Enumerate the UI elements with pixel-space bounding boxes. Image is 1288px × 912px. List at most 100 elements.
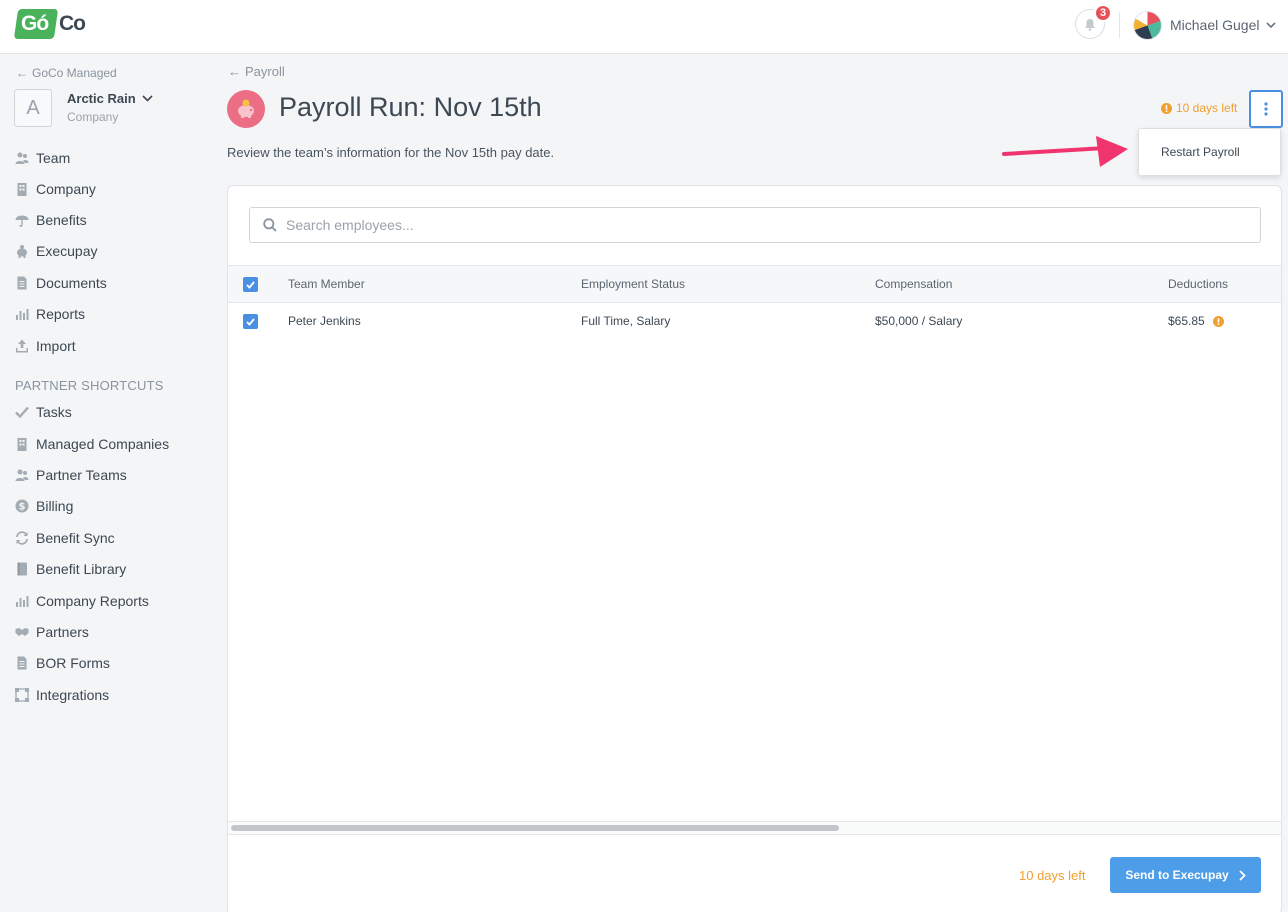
building-icon (17, 438, 27, 451)
notification-count-badge: 3 (1094, 4, 1112, 22)
column-header-team-member[interactable]: Team Member (288, 266, 365, 302)
document-icon (17, 656, 27, 670)
sidebar-item-billing[interactable]: $ Billing (15, 495, 73, 517)
sidebar-item-label: Tasks (36, 404, 72, 420)
sidebar-item-label: Execupay (36, 243, 98, 259)
more-options-button[interactable] (1249, 90, 1283, 128)
team-icon (15, 469, 29, 481)
bar-chart-icon (16, 309, 29, 320)
arrow-left-icon: ← (16, 66, 28, 80)
deductions-cell: $65.85 (1168, 303, 1224, 339)
chevron-right-icon (1239, 869, 1246, 881)
sidebar-item-label: Integrations (36, 687, 110, 703)
umbrella-icon (15, 215, 29, 227)
svg-text:$: $ (19, 502, 26, 513)
sidebar-item-label: Documents (36, 275, 107, 291)
handshake-icon (15, 628, 29, 636)
send-to-execupay-button[interactable]: Send to Execupay (1110, 857, 1261, 893)
upload-icon (16, 339, 28, 353)
check-icon (15, 406, 29, 419)
table-row: Peter Jenkins Full Time, Salary $50,000 … (228, 303, 1281, 339)
sidebar-item-company[interactable]: Company (15, 178, 96, 200)
payroll-icon (227, 90, 265, 128)
search-input[interactable] (286, 217, 1186, 233)
company-name: Arctic Rain (67, 91, 136, 106)
goco-managed-back-link[interactable]: ← GoCo Managed (16, 66, 117, 80)
chevron-down-icon (1265, 21, 1276, 28)
sidebar-item-benefit-library[interactable]: Benefit Library (15, 558, 126, 580)
row-checkbox[interactable] (243, 314, 258, 329)
sidebar-item-label: BOR Forms (36, 655, 110, 671)
check-icon (246, 280, 255, 289)
user-name: Michael Gugel (1170, 17, 1260, 33)
logo-co-text: Co (59, 12, 86, 35)
restart-payroll-menu-item[interactable]: Restart Payroll (1161, 145, 1240, 159)
sidebar-item-managed-companies[interactable]: Managed Companies (15, 433, 169, 455)
sidebar-item-benefit-sync[interactable]: Benefit Sync (15, 527, 115, 549)
user-menu[interactable]: Michael Gugel (1133, 10, 1276, 40)
page-title: Payroll Run: Nov 15th (279, 92, 542, 122)
employee-search (249, 207, 1261, 243)
sidebar-item-company-reports[interactable]: Company Reports (15, 590, 149, 612)
payroll-card: Team Member Employment Status Compensati… (227, 185, 1282, 912)
company-avatar: A (14, 89, 52, 127)
warning-icon (1161, 102, 1172, 114)
warning-icon[interactable] (1212, 315, 1224, 327)
piggy-bank-icon (238, 99, 254, 118)
company-switcher[interactable]: Arctic Rain (67, 91, 153, 106)
sidebar-item-execupay[interactable]: Execupay (15, 240, 97, 262)
sidebar-item-partner-teams[interactable]: Partner Teams (15, 464, 127, 486)
sidebar-item-benefits[interactable]: Benefits (15, 209, 87, 231)
payroll-back-link[interactable]: ← Payroll (228, 64, 285, 79)
piggy-bank-icon (17, 245, 27, 258)
column-header-compensation[interactable]: Compensation (875, 266, 952, 302)
sidebar-item-partners[interactable]: Partners (15, 621, 89, 643)
sidebar-item-reports[interactable]: Reports (15, 303, 85, 325)
goco-logo[interactable]: Gó Co (13, 9, 88, 41)
header-divider (1119, 12, 1120, 38)
sidebar-item-label: Benefit Library (36, 561, 127, 577)
sidebar-item-documents[interactable]: Documents (15, 272, 107, 294)
page-description: Review the team’s information for the No… (227, 145, 555, 160)
employee-name[interactable]: Peter Jenkins (288, 303, 361, 339)
check-icon (246, 317, 255, 326)
sidebar-item-label: Partners (36, 624, 89, 640)
team-icon (15, 152, 29, 164)
bar-chart-icon (16, 596, 29, 607)
options-dropdown-menu: Restart Payroll (1138, 128, 1281, 176)
horizontal-scrollbar[interactable] (228, 821, 1281, 835)
sidebar-item-import[interactable]: Import (15, 335, 76, 357)
employment-status: Full Time, Salary (581, 314, 671, 328)
back-link-label: GoCo Managed (32, 66, 117, 80)
sync-icon (16, 531, 28, 545)
sidebar-item-team[interactable]: Team (15, 147, 70, 169)
column-header-employment-status[interactable]: Employment Status (581, 266, 685, 302)
select-all-checkbox[interactable] (243, 277, 258, 292)
sidebar-item-tasks[interactable]: Tasks (15, 401, 72, 423)
compensation-value: $50,000 / Salary (875, 314, 963, 328)
sidebar-item-label: Team (36, 150, 71, 166)
top-bar: Gó Co 3 Michael Gugel (0, 0, 1288, 54)
annotation-arrow-icon (1002, 136, 1128, 167)
arrow-left-icon: ← (228, 64, 241, 79)
logo-go-text: Gó (21, 12, 49, 35)
scrollbar-thumb[interactable] (231, 825, 839, 831)
sidebar-item-label: Managed Companies (36, 436, 170, 452)
days-left-indicator: 10 days left (1161, 101, 1237, 115)
sidebar-item-label: Benefit Sync (36, 530, 115, 546)
table-header: Team Member Employment Status Compensati… (228, 265, 1281, 303)
sidebar-item-label: Billing (36, 498, 74, 514)
deductions-value: $65.85 (1168, 314, 1205, 328)
send-button-label: Send to Execupay (1125, 868, 1229, 882)
bell-icon (1085, 18, 1095, 31)
more-vertical-icon (1264, 102, 1268, 116)
sidebar-item-label: Partner Teams (36, 467, 127, 483)
building-icon (17, 183, 27, 196)
sidebar: ← GoCo Managed A Arctic Rain Company Tea… (0, 54, 210, 912)
sidebar-item-bor-forms[interactable]: BOR Forms (15, 652, 110, 674)
integration-icon (15, 688, 29, 702)
column-header-deductions[interactable]: Deductions (1168, 266, 1228, 302)
sidebar-item-integrations[interactable]: Integrations (15, 684, 109, 706)
sidebar-item-label: Import (36, 338, 76, 354)
dollar-icon: $ (15, 499, 29, 513)
